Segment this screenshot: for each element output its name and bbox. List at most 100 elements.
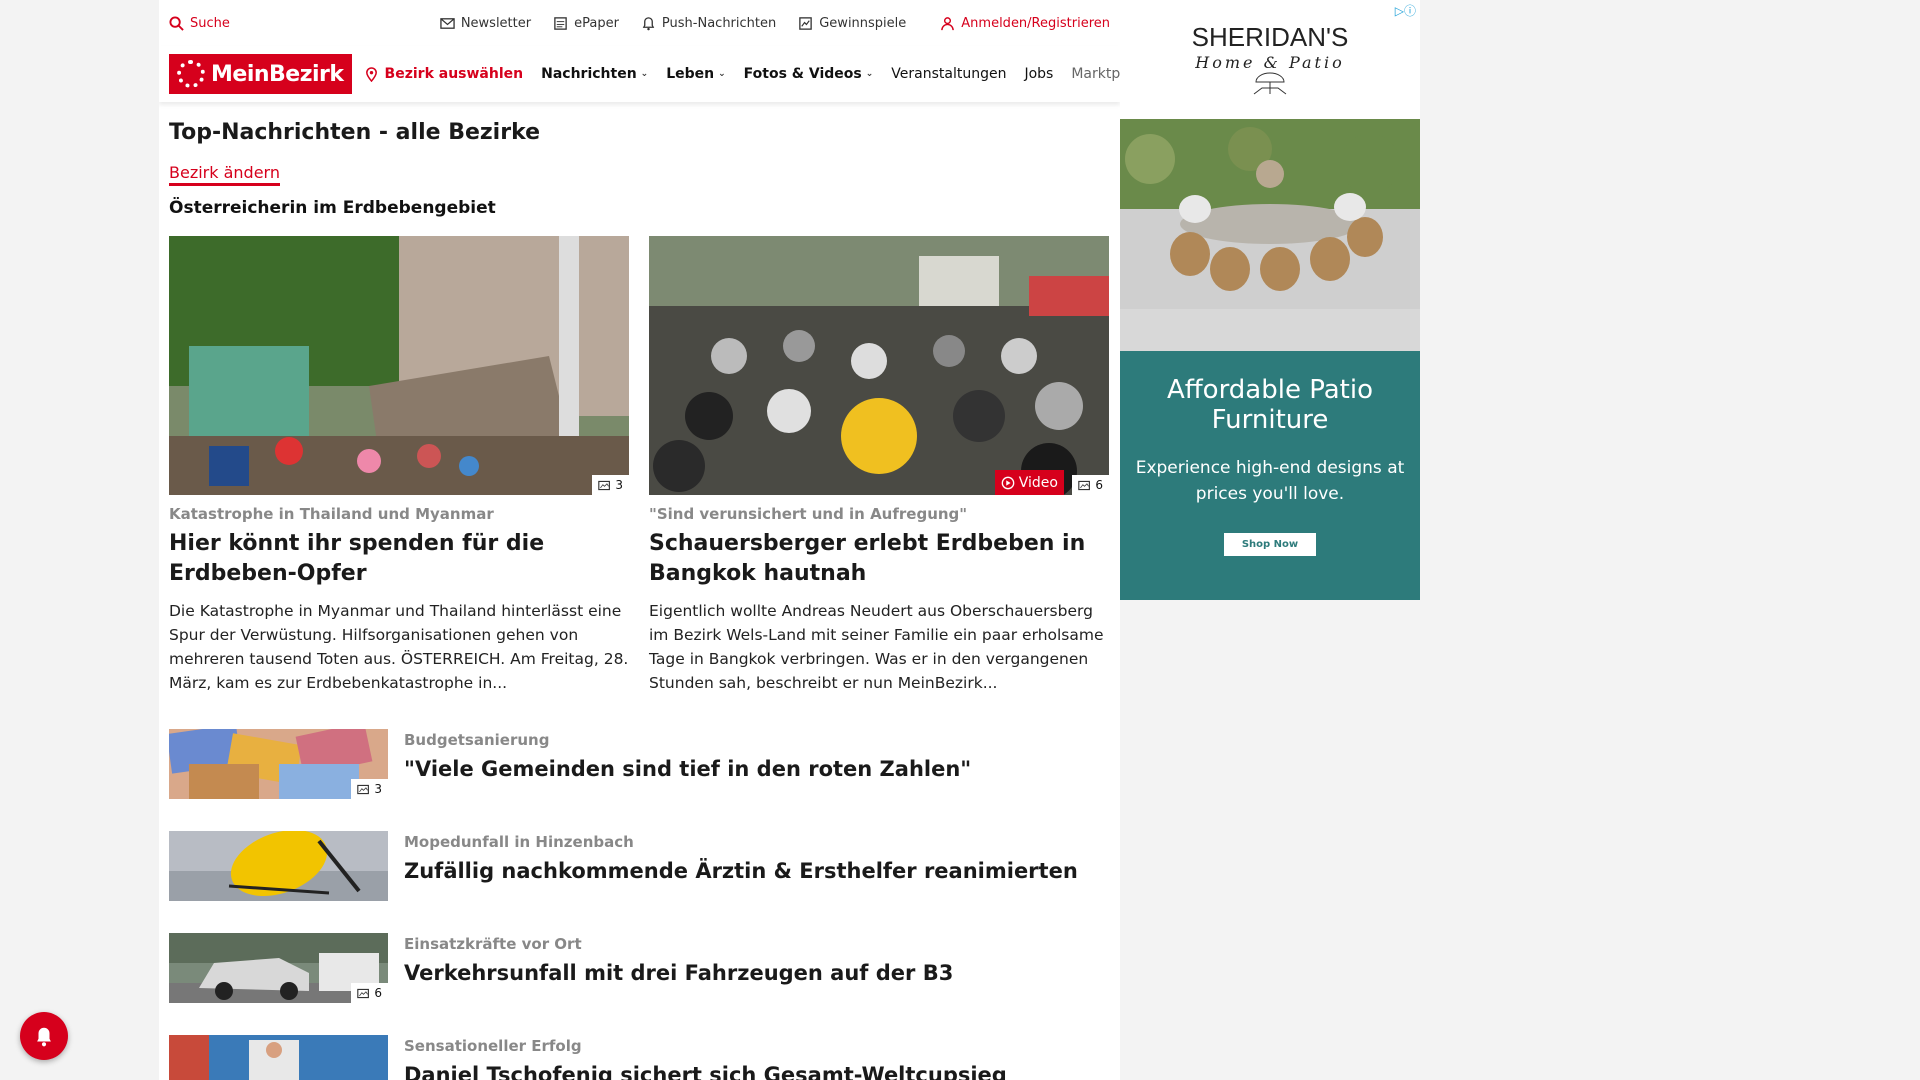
nav-item-leben[interactable]: Leben ⌄ [666,66,725,82]
featured-article[interactable]: Video 6 "Sind verunsichert und in Aufreg… [649,236,1109,695]
ad-copy-panel: Affordable Patio Furniture Experience hi… [1120,351,1420,600]
article-kicker: Katastrophe in Thailand und Myanmar [169,505,494,523]
search-icon [169,15,184,31]
bell-icon [37,1027,51,1047]
section-subheading: Österreicherin im Erdbebengebiet [169,198,496,218]
prize-icon [799,16,813,30]
bell-icon [642,16,655,30]
article-thumbnail[interactable] [169,1035,388,1080]
ad-body: Experience high-end designs at prices yo… [1135,458,1405,504]
nav-item-marktplatz[interactable]: Marktplatz [1071,66,1120,82]
article-kicker: Budgetsanierung [404,731,550,749]
article-thumbnail[interactable]: 3 [169,729,388,799]
nav-label: Nachrichten [541,66,637,82]
chevron-down-icon: ⌄ [718,69,726,79]
gallery-icon [598,480,611,490]
logo-mark-icon [177,60,205,88]
article-kicker: Sensationeller Erfolg [404,1037,582,1055]
article-teaser: Eigentlich wollte Andreas Neudert aus Ob… [649,602,1104,692]
gallery-icon [1078,480,1091,490]
photo-count-badge: 3 [351,779,388,799]
photo-count-badge: 6 [1072,475,1109,495]
list-item[interactable]: Mopedunfall in Hinzenbach Zufällig nachk… [169,831,1110,901]
article-thumbnail[interactable] [169,831,388,901]
article-title[interactable]: Daniel Tschofenig sichert sich Gesamt-We… [404,1063,1007,1080]
section-title: Top-Nachrichten - alle Bezirke [169,120,541,145]
article-title[interactable]: Zufällig nachkommende Ärztin & Ersthelfe… [404,859,1078,883]
notification-bell-button[interactable] [20,1012,68,1060]
ad-image[interactable] [1120,119,1420,351]
gewinnspiele-label: Gewinnspiele [819,15,907,31]
video-badge: Video [994,470,1064,495]
newspaper-icon [554,16,567,30]
site-logo[interactable]: MeinBezirk [169,54,352,94]
nav-label: Marktplatz [1071,66,1120,82]
photo-count: 6 [1095,478,1103,492]
login-link[interactable]: Anmelden/Registrieren [940,16,1110,31]
article-title[interactable]: Hier könnt ihr spenden für die Erdbeben-… [169,529,629,589]
featured-grid: 3 Katastrophe in Thailand und Myanmar Hi… [169,236,1110,695]
article-kicker: "Sind verunsichert und in Aufregung" [649,505,968,523]
video-label: Video [1018,474,1058,491]
change-bezirk-link[interactable]: Bezirk ändern [169,163,280,186]
chevron-down-icon: ⌄ [865,69,874,79]
helicopter-photo [169,831,388,901]
list-item-text: Sensationeller Erfolg Daniel Tschofenig … [404,1035,1007,1080]
featured-article[interactable]: 3 Katastrophe in Thailand und Myanmar Hi… [169,236,629,695]
nav-item-fotos-videos[interactable]: Fotos & Videos ⌄ [744,66,874,82]
gewinnspiele-link[interactable]: Gewinnspiele [798,16,906,31]
newsletter-label: Newsletter [460,15,532,31]
push-link[interactable]: Push-Nachrichten [641,16,776,31]
list-item[interactable]: 6 Einsatzkräfte vor Ort Verkehrsunfall m… [169,933,1110,1003]
search-label: Suche [190,15,230,31]
sidebar-ad[interactable]: ▷ⓘ SHERIDAN'S Home & Patio Affordable Pa… [1120,0,1420,600]
adchoices-icon[interactable]: ▷ⓘ [1395,2,1416,19]
bezirk-label: Bezirk auswählen [384,66,524,82]
gallery-icon [357,784,370,794]
push-label: Push-Nachrichten [661,15,777,31]
ad-brand: SHERIDAN'S [1191,22,1349,52]
article-kicker: Einsatzkräfte vor Ort [404,935,582,953]
article-title[interactable]: "Viele Gemeinden sind tief in den roten … [404,757,971,781]
ad-headline: Affordable Patio Furniture [1166,375,1374,435]
search-button[interactable]: Suche [169,16,230,31]
article-image[interactable]: 3 [169,236,629,495]
list-item-text: Mopedunfall in Hinzenbach Zufällig nachk… [404,831,1078,901]
logo-text: MeinBezirk [211,61,344,87]
photo-count-badge: 3 [592,475,629,495]
list-item-text: Budgetsanierung "Viele Gemeinden sind ti… [404,729,971,799]
ad-brand-logo: SHERIDAN'S Home & Patio [1120,0,1420,119]
user-icon [941,16,955,30]
epaper-link[interactable]: ePaper [553,16,619,31]
epaper-label: ePaper [574,15,619,31]
main-nav: MeinBezirk Bezirk auswählen Nachrichten ⌄… [159,46,1120,102]
utility-bar: Suche Newsletter ePaper Push-Nachrichten… [159,0,1120,46]
photo-count: 6 [374,986,382,1000]
article-title[interactable]: Verkehrsunfall mit drei Fahrzeugen auf d… [404,961,953,985]
nav-item-veranstaltungen[interactable]: Veranstaltungen [891,66,1006,82]
mail-icon [440,17,455,29]
photo-count: 3 [615,478,623,492]
list-item[interactable]: 3 Budgetsanierung "Viele Gemeinden sind … [169,729,1110,799]
newsletter-link[interactable]: Newsletter [440,16,531,31]
article-thumbnail[interactable]: 6 [169,933,388,1003]
list-item[interactable]: Sensationeller Erfolg Daniel Tschofenig … [169,1035,1110,1080]
article-image[interactable]: Video 6 [649,236,1109,495]
login-label: Anmelden/Registrieren [961,15,1110,31]
traffic-photo [649,236,1109,495]
patio-furniture-photo [1120,119,1420,351]
bezirk-select-button[interactable]: Bezirk auswählen [364,66,524,82]
location-pin-icon [365,66,377,82]
photo-count: 3 [374,782,382,796]
nav-item-jobs[interactable]: Jobs [1024,66,1053,82]
ad-shop-now-button[interactable]: Shop Now [1223,533,1317,556]
article-title[interactable]: Schauersberger erlebt Erdbeben in Bangko… [649,529,1109,589]
chevron-down-icon: ⌄ [640,69,649,79]
article-kicker: Mopedunfall in Hinzenbach [404,833,634,851]
nav-label: Veranstaltungen [891,66,1007,82]
content-area: Top-Nachrichten - alle Bezirke Bezirk än… [159,120,1120,1080]
photo-count-badge: 6 [351,983,388,1003]
nav-label: Jobs [1024,66,1054,82]
nav-item-nachrichten[interactable]: Nachrichten ⌄ [541,66,648,82]
ad-brand-sub: Home & Patio [1195,53,1345,72]
